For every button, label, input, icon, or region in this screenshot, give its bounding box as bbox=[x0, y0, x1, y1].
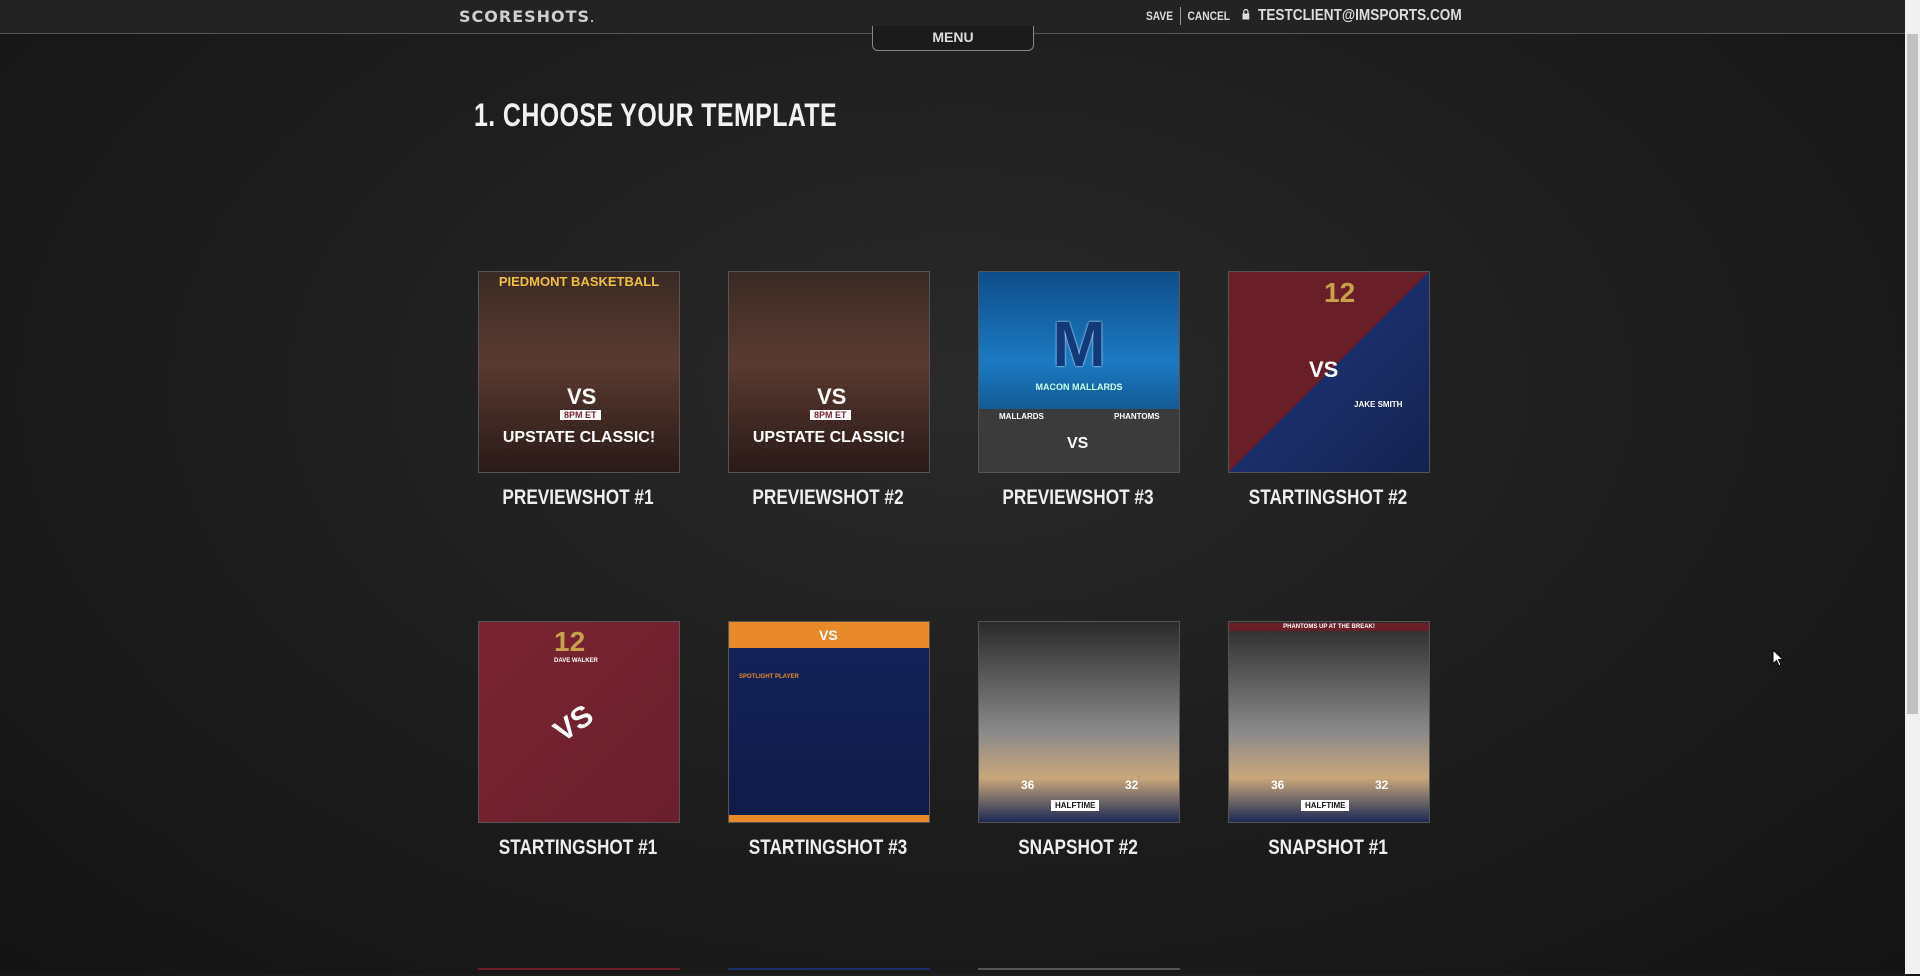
thumb-time: 8PM ET bbox=[560, 410, 601, 420]
thumb-score-away: 32 bbox=[1125, 778, 1139, 792]
menu-button[interactable]: MENU bbox=[872, 26, 1034, 51]
template-card-previewshot-3[interactable]: M MACON MALLARDS MALLARDS PHANTOMS VS PR… bbox=[978, 271, 1180, 509]
thumb-vs: VS bbox=[1309, 357, 1339, 382]
template-card-previewshot-2[interactable]: VS 8PM ET UPSTATE CLASSIC! PREVIEWSHOT #… bbox=[728, 271, 930, 509]
thumb-banner: PHANTOMS UP AT THE BREAK! bbox=[1229, 623, 1429, 631]
template-label[interactable]: SNAPSHOT #2 bbox=[996, 836, 1160, 860]
lock-icon bbox=[1242, 8, 1250, 23]
thumb-vs: VS bbox=[819, 627, 838, 643]
thumb-score-away: 32 bbox=[1375, 778, 1389, 792]
template-thumbnail[interactable]: 36 32 HALFTIME bbox=[978, 621, 1180, 823]
template-label[interactable]: SNAPSHOT #1 bbox=[1246, 836, 1410, 860]
thumb-headline: UPSTATE CLASSIC! bbox=[752, 429, 906, 446]
template-card-startingshot-1[interactable]: 12 DAVE WALKER VS STARTINGSHOT #1 bbox=[478, 621, 680, 859]
template-label[interactable]: STARTINGSHOT #1 bbox=[496, 836, 660, 860]
page-title: 1. CHOOSE YOUR TEMPLATE bbox=[474, 97, 838, 133]
template-card-previewshot-1[interactable]: PIEDMONT BASKETBALL VS 8PM ET UPSTATE CL… bbox=[478, 271, 680, 509]
template-card-partial[interactable] bbox=[728, 968, 930, 976]
template-thumbnail[interactable]: VS 8PM ET UPSTATE CLASSIC! bbox=[728, 271, 930, 473]
thumb-bottom-strip bbox=[729, 815, 929, 822]
template-thumbnail[interactable]: VS SPOTLIGHT PLAYER bbox=[728, 621, 930, 823]
thumb-vs: VS bbox=[1067, 435, 1089, 452]
template-card-partial[interactable] bbox=[478, 968, 680, 976]
template-label[interactable]: STARTINGSHOT #3 bbox=[746, 836, 910, 860]
thumb-team: MACON MALLARDS bbox=[1035, 382, 1123, 392]
vertical-scrollbar[interactable] bbox=[1905, 0, 1920, 974]
thumb-vs: VS bbox=[817, 384, 847, 409]
thumb-number: 12 bbox=[1324, 277, 1356, 308]
thumb-score-home: 36 bbox=[1271, 778, 1285, 792]
template-label[interactable]: STARTINGSHOT #2 bbox=[1246, 486, 1410, 510]
thumb-logo-m: M bbox=[1052, 308, 1106, 380]
thumb-status: HALFTIME bbox=[1301, 800, 1350, 811]
thumb-banner: PIEDMONT BASKETBALL bbox=[498, 274, 660, 289]
thumb-time: 8PM ET bbox=[810, 410, 851, 420]
template-thumbnail[interactable]: 12 DAVE WALKER VS bbox=[478, 621, 680, 823]
template-card-startingshot-3[interactable]: VS SPOTLIGHT PLAYER STARTINGSHOT #3 bbox=[728, 621, 930, 859]
template-label[interactable]: PREVIEWSHOT #2 bbox=[746, 486, 910, 510]
template-thumbnail[interactable]: PIEDMONT BASKETBALL VS 8PM ET UPSTATE CL… bbox=[478, 271, 680, 473]
scoreshots-logo[interactable]: SCORESHOTS. bbox=[459, 7, 595, 26]
thumb-headline: UPSTATE CLASSIC! bbox=[502, 429, 656, 446]
template-card-partial[interactable] bbox=[978, 968, 1180, 976]
template-card-snapshot-1[interactable]: PHANTOMS UP AT THE BREAK! 36 32 HALFTIME… bbox=[1228, 621, 1430, 859]
template-label[interactable]: PREVIEWSHOT #1 bbox=[496, 486, 660, 510]
template-card-startingshot-2[interactable]: 12 VS JAKE SMITH STARTINGSHOT #2 bbox=[1228, 271, 1430, 509]
thumb-player: DAVE WALKER bbox=[554, 658, 598, 664]
mouse-cursor-icon bbox=[1772, 648, 1785, 672]
thumb-spotlight: SPOTLIGHT PLAYER bbox=[739, 674, 799, 680]
thumb-vs: VS bbox=[547, 698, 600, 749]
template-thumbnail[interactable]: M MACON MALLARDS MALLARDS PHANTOMS VS bbox=[978, 271, 1180, 473]
cancel-button[interactable]: CANCEL bbox=[1187, 9, 1230, 23]
thumb-home: MALLARDS bbox=[999, 412, 1044, 421]
save-button[interactable]: SAVE bbox=[1146, 9, 1173, 23]
thumb-number: 12 bbox=[554, 626, 586, 657]
template-thumbnail[interactable]: 12 VS JAKE SMITH bbox=[1228, 271, 1430, 473]
thumb-vs: VS bbox=[567, 384, 597, 409]
user-email-link[interactable]: TESTCLIENT@IMSPORTS.COM bbox=[1258, 7, 1462, 25]
scrollbar-thumb[interactable] bbox=[1907, 34, 1918, 714]
thumb-status: HALFTIME bbox=[1051, 800, 1100, 811]
template-thumbnail[interactable]: PHANTOMS UP AT THE BREAK! 36 32 HALFTIME bbox=[1228, 621, 1430, 823]
account-controls: SAVE CANCEL TESTCLIENT@IMSPORTS.COM bbox=[1146, 6, 1462, 26]
template-label[interactable]: PREVIEWSHOT #3 bbox=[996, 486, 1160, 510]
thumb-player: JAKE SMITH bbox=[1354, 400, 1403, 409]
divider bbox=[1179, 7, 1181, 25]
thumb-away: PHANTOMS bbox=[1114, 412, 1160, 421]
thumb-score-home: 36 bbox=[1021, 778, 1035, 792]
template-card-snapshot-2[interactable]: 36 32 HALFTIME SNAPSHOT #2 bbox=[978, 621, 1180, 859]
